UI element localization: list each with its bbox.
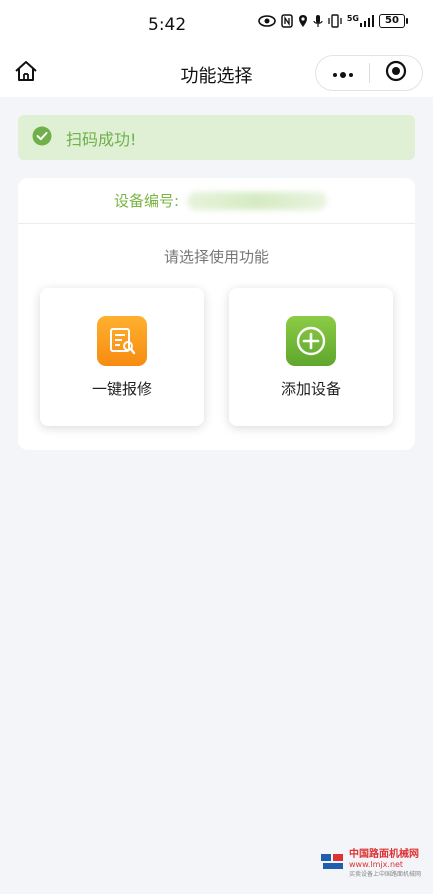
eye-icon xyxy=(258,15,276,27)
site-watermark: 中国路面机械网 www.lmjx.net 买卖设备上中国路面机械网 xyxy=(320,845,421,878)
check-circle-icon xyxy=(32,126,52,150)
microphone-icon xyxy=(313,14,323,28)
success-message: 扫码成功! xyxy=(66,129,137,149)
target-circle-icon xyxy=(385,60,407,86)
status-icons: 5G 50 xyxy=(258,14,408,28)
watermark-slogan: 买卖设备上中国路面机械网 xyxy=(348,871,421,878)
function-options: 一键报修 添加设备 xyxy=(40,288,393,426)
repair-form-icon xyxy=(97,316,147,366)
more-dots-icon xyxy=(331,64,355,83)
add-device-button[interactable]: 添加设备 xyxy=(229,288,393,426)
select-function-prompt: 请选择使用功能 xyxy=(163,248,269,266)
success-banner: 扫码成功! xyxy=(18,115,415,160)
location-icon xyxy=(298,14,308,28)
more-button[interactable] xyxy=(316,56,369,90)
nav-bar: 功能选择 xyxy=(0,50,433,97)
status-bar: 5:42 5G 50 xyxy=(0,0,433,50)
lmjx-logo-icon xyxy=(320,852,345,872)
nfc-icon xyxy=(281,14,293,28)
watermark-text: 中国路面机械网 www.lmjx.net 买卖设备上中国路面机械网 xyxy=(349,845,421,878)
device-number-label: 设备编号: xyxy=(114,192,180,210)
add-device-label: 添加设备 xyxy=(280,380,341,398)
repair-function-label: 一键报修 xyxy=(91,380,152,398)
mini-program-capsule xyxy=(315,55,423,91)
close-button[interactable] xyxy=(370,56,422,90)
watermark-url: www.lmjx.net xyxy=(348,860,404,869)
vibrate-icon xyxy=(328,14,342,28)
network-label: 5G xyxy=(346,14,359,23)
device-number-row: 设备编号: xyxy=(18,178,415,224)
battery-icon: 50 xyxy=(379,14,408,28)
repair-function-button[interactable]: 一键报修 xyxy=(40,288,204,426)
watermark-brand: 中国路面机械网 xyxy=(348,849,419,860)
signal-5g-icon: 5G xyxy=(347,15,374,27)
battery-level: 50 xyxy=(385,15,399,26)
plus-circle-icon xyxy=(286,316,336,366)
device-number-value xyxy=(187,191,328,210)
function-card: 设备编号: 请选择使用功能 一键报修 添加设备 xyxy=(18,178,415,450)
status-time: 5:42 xyxy=(148,15,187,35)
